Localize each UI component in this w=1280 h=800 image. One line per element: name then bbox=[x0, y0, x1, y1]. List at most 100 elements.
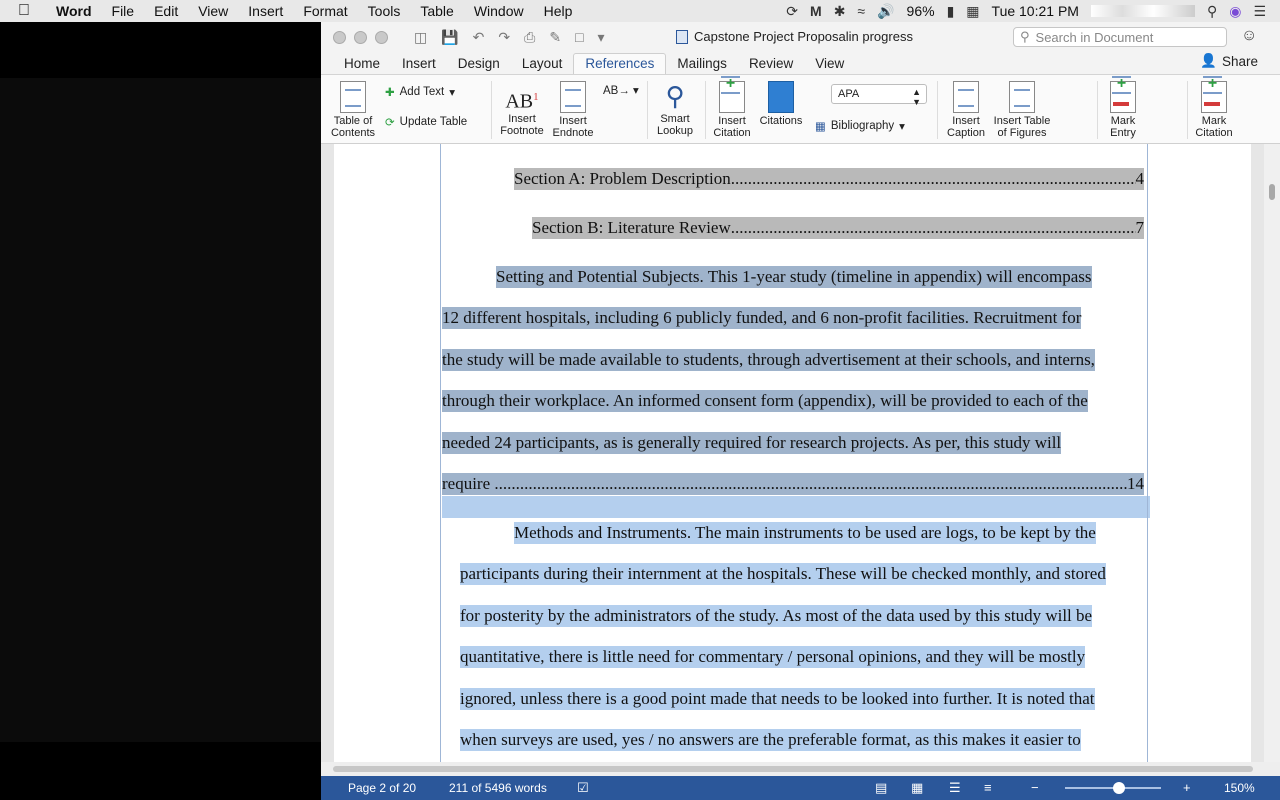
add-text-button[interactable]: ✚ Add Text ▾ bbox=[385, 85, 455, 99]
page-indicator[interactable]: Page 2 of 20 bbox=[348, 781, 416, 795]
customize-toolbar-icon[interactable]: ▾ bbox=[598, 29, 605, 46]
insert-footnote-button[interactable]: AB1 Insert Footnote bbox=[497, 81, 547, 137]
sync-icon[interactable]: ⟳ bbox=[786, 3, 798, 20]
text-line[interactable]: Setting and Potential Subjects. This 1-y… bbox=[496, 266, 1092, 288]
wifi-icon[interactable]: ≈ bbox=[857, 3, 865, 19]
horizontal-scrollbar[interactable] bbox=[321, 762, 1280, 776]
zoom-in-icon[interactable]: + bbox=[1183, 780, 1199, 795]
menu-format[interactable]: Format bbox=[293, 3, 357, 19]
next-footnote-button[interactable]: AB→ ▾ bbox=[603, 83, 639, 97]
print-layout-view-icon[interactable]: ▤ bbox=[875, 780, 891, 795]
clock[interactable]: Tue 10:21 PM bbox=[992, 3, 1079, 19]
menu-help[interactable]: Help bbox=[534, 3, 583, 19]
share-button[interactable]: 👤 Share bbox=[1200, 53, 1258, 69]
table-of-contents-button[interactable]: Table of Contents bbox=[329, 81, 377, 139]
insert-endnote-label: Insert Endnote bbox=[552, 115, 594, 139]
bibliography-button[interactable]: ▦ Bibliography ▾ bbox=[815, 119, 905, 133]
close-window-button[interactable] bbox=[333, 30, 346, 44]
undo-icon[interactable]: ↶ bbox=[473, 29, 485, 46]
text-line[interactable]: Methods and Instruments. The main instru… bbox=[514, 522, 1096, 544]
menu-file[interactable]: File bbox=[102, 3, 145, 19]
chevron-down-icon: ▾ bbox=[449, 87, 455, 99]
text-line[interactable]: quantitative, there is little need for c… bbox=[460, 646, 1086, 668]
tab-home[interactable]: Home bbox=[333, 56, 391, 74]
feedback-smiley-icon[interactable]: ☺ bbox=[1241, 27, 1257, 45]
text-line[interactable]: participants during their internment at … bbox=[460, 563, 1106, 585]
sidebar-toggle-icon[interactable]: ◫ bbox=[414, 29, 427, 46]
text-line[interactable]: needed 24 participants, as is generally … bbox=[442, 432, 1062, 454]
search-input[interactable]: ⚲ Search in Document bbox=[1013, 27, 1227, 47]
menu-app-word[interactable]: Word bbox=[50, 3, 102, 19]
tab-layout[interactable]: Layout bbox=[511, 56, 574, 74]
siri-icon[interactable]: ◉ bbox=[1229, 3, 1241, 20]
scroll-thumb[interactable] bbox=[1269, 184, 1275, 200]
vertical-scrollbar[interactable] bbox=[1264, 144, 1280, 762]
zoom-out-icon[interactable]: − bbox=[1031, 780, 1047, 795]
citation-style-select[interactable]: APA ▲ ▼ bbox=[831, 84, 927, 107]
insert-endnote-button[interactable]: Insert Endnote bbox=[549, 81, 597, 139]
battery-icon[interactable]: ▮ bbox=[947, 3, 955, 20]
menu-view[interactable]: View bbox=[188, 3, 238, 19]
word-count[interactable]: 211 of 5496 words bbox=[449, 781, 547, 795]
toc-entry[interactable]: require ................................… bbox=[442, 473, 1144, 495]
mark-citation-button[interactable]: Mark Citation bbox=[1189, 76, 1239, 139]
web-layout-view-icon[interactable]: ▦ bbox=[911, 780, 927, 795]
smart-lookup-button[interactable]: ⚲ Smart Lookup bbox=[651, 81, 699, 137]
outline-view-icon[interactable]: ☰ bbox=[949, 780, 965, 795]
document-page[interactable]: Section A: Problem Description .........… bbox=[334, 144, 1251, 762]
tab-design[interactable]: Design bbox=[447, 56, 511, 74]
mark-entry-button[interactable]: Mark Entry bbox=[1101, 76, 1145, 139]
text-line[interactable]: ignored, unless there is a good point ma… bbox=[460, 688, 1095, 710]
toc-entry[interactable]: Section B: Literature Review ...........… bbox=[532, 217, 1144, 239]
malwarebytes-icon[interactable]: M bbox=[810, 3, 822, 19]
tab-references[interactable]: References bbox=[573, 53, 667, 74]
mark-entry-label: Mark Entry bbox=[1110, 115, 1136, 139]
citations-button[interactable]: Citations bbox=[759, 81, 803, 127]
new-doc-icon[interactable]: □ bbox=[575, 29, 583, 46]
notification-center-icon[interactable]: ☰ bbox=[1253, 3, 1266, 20]
text-line[interactable]: when surveys are used, yes / no answers … bbox=[460, 729, 1081, 751]
zoom-window-button[interactable] bbox=[375, 30, 388, 44]
text-line[interactable]: through their workplace. An informed con… bbox=[442, 390, 1088, 412]
zoom-level[interactable]: 150% bbox=[1224, 781, 1255, 795]
menu-edit[interactable]: Edit bbox=[144, 3, 188, 19]
calendar-icon[interactable]: ▦ bbox=[966, 3, 979, 20]
edit-doc-icon[interactable]: ✎ bbox=[549, 29, 561, 46]
spotlight-search-icon[interactable]: ⚲ bbox=[1207, 3, 1217, 20]
toc-entry[interactable]: Section A: Problem Description .........… bbox=[514, 168, 1144, 190]
insert-citation-button[interactable]: Insert Citation bbox=[707, 76, 757, 139]
save-icon[interactable]: 💾 bbox=[441, 29, 458, 46]
zoom-slider-knob[interactable] bbox=[1113, 782, 1125, 794]
tab-mailings[interactable]: Mailings bbox=[666, 56, 738, 74]
menu-bar:  Word File Edit View Insert Format Tool… bbox=[0, 0, 1280, 22]
apple-icon[interactable]:  bbox=[18, 2, 40, 20]
text-line[interactable]: the study will be made available to stud… bbox=[442, 349, 1095, 371]
tab-view[interactable]: View bbox=[804, 56, 855, 74]
volume-icon[interactable]: 🔊 bbox=[877, 3, 894, 20]
scroll-thumb[interactable] bbox=[333, 766, 1253, 772]
tab-review[interactable]: Review bbox=[738, 56, 804, 74]
update-table-button[interactable]: ⟳ Update Table bbox=[385, 115, 467, 129]
menu-tools[interactable]: Tools bbox=[358, 3, 411, 19]
search-placeholder: Search in Document bbox=[1035, 29, 1154, 45]
add-person-icon: 👤 bbox=[1200, 53, 1217, 68]
document-area[interactable]: Section A: Problem Description .........… bbox=[321, 144, 1280, 762]
bluetooth-icon[interactable]: ✱ bbox=[834, 3, 846, 20]
minimize-window-button[interactable] bbox=[354, 30, 367, 44]
refresh-icon: ⟳ bbox=[385, 117, 395, 129]
battery-percent[interactable]: 96% bbox=[907, 3, 935, 19]
print-icon[interactable]: ⎙ bbox=[524, 29, 535, 46]
insert-table-of-figures-button[interactable]: Insert Table of Figures bbox=[989, 81, 1055, 139]
user-name-redacted[interactable] bbox=[1090, 5, 1195, 17]
draft-view-icon[interactable]: ≡ bbox=[984, 780, 1000, 795]
menu-insert[interactable]: Insert bbox=[238, 3, 293, 19]
redo-icon[interactable]: ↷ bbox=[498, 29, 510, 46]
text-line[interactable]: 12 different hospitals, including 6 publ… bbox=[442, 307, 1082, 329]
proofing-icon[interactable]: ☑ bbox=[577, 780, 593, 795]
menu-table[interactable]: Table bbox=[410, 3, 463, 19]
status-bar: Page 2 of 20 211 of 5496 words ☑ ▤ ▦ ☰ ≡… bbox=[321, 776, 1280, 800]
menu-window[interactable]: Window bbox=[464, 3, 534, 19]
text-line[interactable]: for posterity by the administrators of t… bbox=[460, 605, 1093, 627]
tab-insert[interactable]: Insert bbox=[391, 56, 447, 74]
insert-caption-button[interactable]: Insert Caption bbox=[943, 81, 989, 139]
